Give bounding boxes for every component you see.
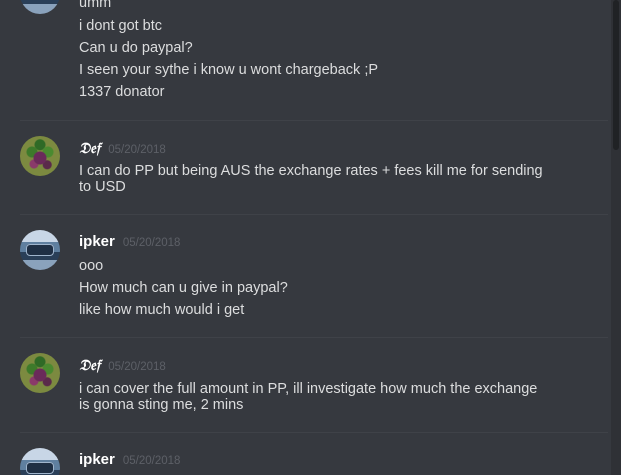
message-line: like how much would i get: [79, 302, 245, 318]
avatar-ipker-icon: [26, 244, 54, 256]
message-header: 𝔇𝔢𝔣 05/20/2018: [79, 139, 166, 157]
message-line: 1337 donator: [79, 84, 165, 100]
avatar-ipker-icon: [26, 462, 54, 474]
message-divider: [20, 120, 608, 121]
avatar-def-icon[interactable]: [20, 353, 60, 393]
message-timestamp: 05/20/2018: [108, 361, 166, 373]
message-line: How much can u give in paypal?: [79, 280, 288, 296]
message-line: i can cover the full amount in PP, ill i…: [79, 381, 538, 413]
message-line: I seen your sythe i know u wont chargeba…: [79, 62, 379, 78]
message-header: ipker 05/20/2018: [79, 233, 180, 250]
avatar-ipker[interactable]: [20, 448, 60, 475]
avatar-def-icon[interactable]: [20, 136, 60, 176]
author-name[interactable]: ipker: [79, 451, 115, 468]
message-divider: [20, 337, 608, 338]
message-header: 𝔇𝔢𝔣 05/20/2018: [79, 356, 166, 374]
scrollbar-track[interactable]: [611, 0, 621, 475]
scrollbar-thumb[interactable]: [613, 0, 619, 150]
chat-messages-pane: umm i dont got btc Can u do paypal? I se…: [0, 0, 621, 475]
message-divider: [20, 432, 608, 433]
message-timestamp: 05/20/2018: [108, 144, 166, 156]
message-line: umm: [79, 0, 112, 11]
message-line: I can do PP but being AUS the exchange r…: [79, 163, 543, 195]
author-name[interactable]: 𝔇𝔢𝔣: [79, 139, 100, 157]
avatar-ipker-top[interactable]: [20, 0, 60, 14]
message-header: ipker 05/20/2018: [79, 451, 180, 468]
author-name[interactable]: ipker: [79, 233, 115, 250]
message-line: ooo: [79, 258, 104, 274]
message-timestamp: 05/20/2018: [122, 237, 181, 249]
message-divider: [20, 214, 608, 215]
message-line: Can u do paypal?: [79, 40, 193, 56]
message-line: i dont got btc: [79, 18, 163, 34]
avatar-ipker[interactable]: [20, 230, 60, 270]
author-name[interactable]: 𝔇𝔢𝔣: [79, 356, 100, 374]
message-timestamp: 05/20/2018: [122, 455, 181, 467]
